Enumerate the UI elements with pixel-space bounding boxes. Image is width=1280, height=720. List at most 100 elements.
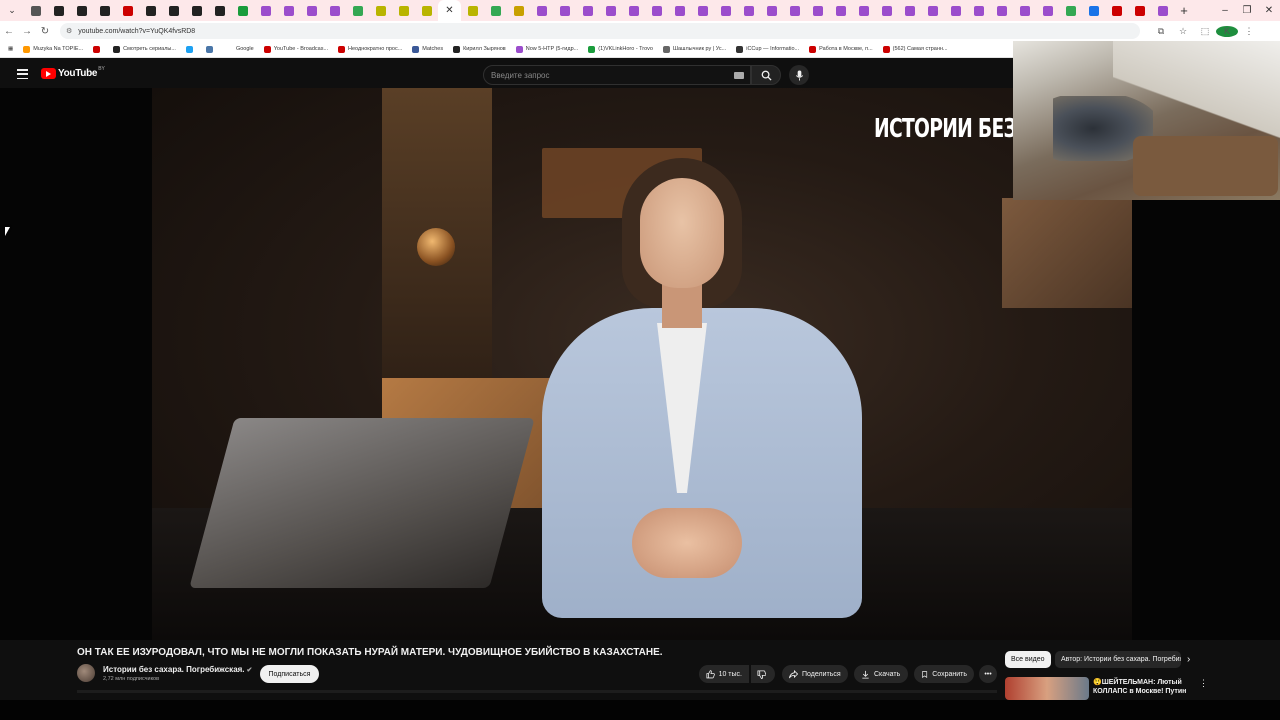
bookmark-item[interactable]: Кирилл Зырянов (453, 45, 506, 53)
browser-tab[interactable] (1128, 0, 1151, 21)
browser-tab[interactable] (645, 0, 668, 21)
browser-tab[interactable] (139, 0, 162, 21)
browser-menu-icon[interactable]: ⋮ (1238, 26, 1260, 37)
more-vertical-icon[interactable]: ⋮ (1199, 678, 1208, 689)
extensions-icon[interactable]: ⬚ (1194, 26, 1216, 37)
reload-icon[interactable]: ↻ (36, 26, 54, 37)
bookmark-item[interactable]: Muzyka Na TOPIE... (23, 45, 83, 53)
tab-search-button[interactable]: ⌄ (0, 0, 24, 21)
browser-tab[interactable] (852, 0, 875, 21)
active-tab[interactable]: ✕ (438, 0, 461, 21)
browser-tab[interactable] (944, 0, 967, 21)
subscribe-button[interactable]: Подписаться (260, 665, 319, 683)
browser-tab[interactable] (300, 0, 323, 21)
browser-tab[interactable] (530, 0, 553, 21)
download-button[interactable]: Скачать (854, 665, 908, 683)
browser-tab[interactable] (231, 0, 254, 21)
browser-tab[interactable] (1151, 0, 1174, 21)
browser-tab[interactable] (392, 0, 415, 21)
browser-tab[interactable] (829, 0, 852, 21)
browser-tab[interactable] (576, 0, 599, 21)
forward-icon[interactable]: → (18, 26, 36, 37)
share-button[interactable]: Поделиться (782, 665, 848, 683)
install-icon[interactable]: ⧉ (1150, 26, 1172, 37)
browser-tab[interactable] (369, 0, 392, 21)
bookmark-item[interactable]: YouTube - Broadcas... (263, 45, 328, 53)
browser-tab[interactable] (162, 0, 185, 21)
browser-tab[interactable] (70, 0, 93, 21)
chevron-right-icon[interactable]: › (1187, 654, 1190, 665)
browser-tab[interactable] (507, 0, 530, 21)
close-window-icon[interactable]: ✕ (1258, 0, 1280, 21)
browser-tab[interactable] (415, 0, 438, 21)
minimize-icon[interactable]: – (1214, 0, 1236, 21)
bookmark-item[interactable]: Google (225, 45, 254, 53)
browser-tab[interactable] (990, 0, 1013, 21)
bookmark-item[interactable] (205, 45, 216, 53)
restore-icon[interactable]: ❐ (1236, 0, 1258, 21)
keyboard-icon[interactable] (734, 72, 744, 79)
browser-tab[interactable] (967, 0, 990, 21)
browser-tab[interactable] (254, 0, 277, 21)
bookmark-item[interactable]: iCCup — Informatio... (736, 45, 799, 53)
browser-tab[interactable] (1105, 0, 1128, 21)
browser-tab[interactable] (737, 0, 760, 21)
bookmark-item[interactable]: Now 5-HTP (5-гидр... (515, 45, 578, 53)
bookmark-item[interactable]: Matches (412, 45, 443, 53)
bookmark-item[interactable]: Шашлычник ру | Ус... (662, 45, 726, 53)
browser-tab[interactable] (760, 0, 783, 21)
browser-tab[interactable] (47, 0, 70, 21)
apps-icon[interactable]: ▦ (8, 46, 13, 52)
browser-tab[interactable] (185, 0, 208, 21)
like-button[interactable]: 10 тыс. (699, 665, 749, 683)
browser-tab[interactable] (875, 0, 898, 21)
save-button[interactable]: Сохранить (914, 665, 974, 683)
browser-tab[interactable] (668, 0, 691, 21)
browser-tab[interactable] (806, 0, 829, 21)
bookmark-star-icon[interactable]: ☆ (1172, 26, 1194, 37)
browser-tab[interactable] (898, 0, 921, 21)
browser-tab[interactable] (323, 0, 346, 21)
address-bar[interactable]: ⚙ youtube.com/watch?v=YuQK4fvsRD8 (60, 23, 1140, 39)
close-tab-icon[interactable]: ✕ (445, 5, 453, 16)
browser-tab[interactable] (24, 0, 47, 21)
browser-tab[interactable] (346, 0, 369, 21)
browser-tab[interactable] (116, 0, 139, 21)
channel-avatar[interactable] (77, 664, 95, 682)
back-icon[interactable]: ← (0, 26, 18, 37)
chip-all-videos[interactable]: Все видео (1005, 651, 1051, 668)
dislike-button[interactable] (751, 665, 775, 683)
recommended-thumbnail[interactable] (1005, 677, 1089, 700)
menu-icon[interactable] (17, 69, 28, 79)
bookmark-item[interactable]: Неоднократно прос... (338, 45, 402, 53)
browser-tab[interactable] (921, 0, 944, 21)
channel-name[interactable]: Истории без сахара. Погребижская. ✔ (103, 665, 252, 674)
bookmark-item[interactable]: (1)VKLinkHoro - Trovo (588, 45, 653, 53)
youtube-logo[interactable]: YouTube BY (41, 66, 105, 79)
browser-tab[interactable] (277, 0, 300, 21)
voice-search-button[interactable] (789, 65, 809, 85)
bookmark-item[interactable] (185, 45, 196, 53)
bookmark-item[interactable]: Работа в Москве, п... (809, 45, 873, 53)
chip-author[interactable]: Автор: Истории без сахара. Погребижская. (1055, 651, 1181, 668)
browser-tab[interactable] (1059, 0, 1082, 21)
browser-tab[interactable] (599, 0, 622, 21)
browser-tab[interactable] (1013, 0, 1036, 21)
browser-tab[interactable] (1036, 0, 1059, 21)
browser-tab[interactable] (622, 0, 645, 21)
browser-tab[interactable] (461, 0, 484, 21)
browser-tab[interactable] (484, 0, 507, 21)
bookmark-item[interactable] (93, 45, 103, 53)
browser-tab[interactable] (93, 0, 116, 21)
browser-tab[interactable] (553, 0, 576, 21)
browser-tab[interactable] (208, 0, 231, 21)
bookmark-item[interactable]: (562) Самая странн... (882, 45, 948, 53)
browser-tab[interactable] (691, 0, 714, 21)
avatar[interactable]: K (1216, 25, 1238, 37)
search-input[interactable]: Введите запрос (483, 65, 751, 85)
more-actions-button[interactable]: ••• (979, 665, 997, 683)
browser-tab[interactable] (714, 0, 737, 21)
bookmark-item[interactable]: Смотреть сериалы... (113, 45, 176, 53)
search-button[interactable] (751, 65, 781, 85)
browser-tab[interactable] (783, 0, 806, 21)
